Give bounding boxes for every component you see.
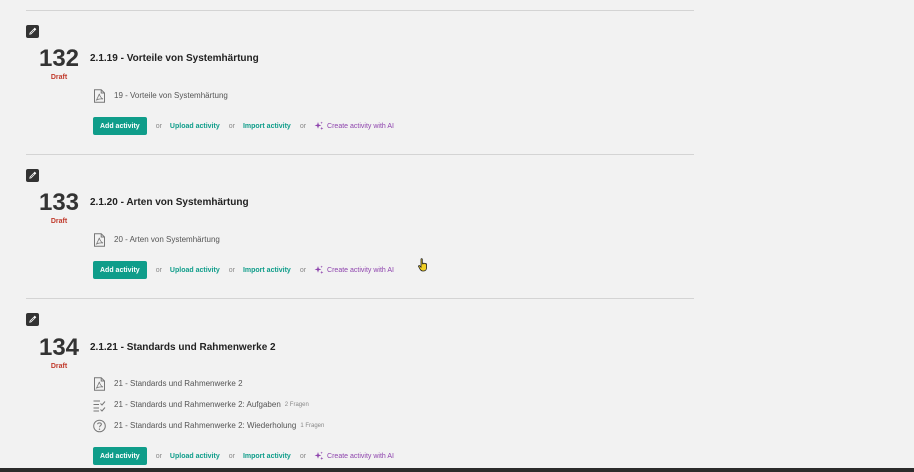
or-separator: or <box>155 452 162 460</box>
import-activity-link[interactable]: Import activity <box>243 267 291 274</box>
status-badge: Draft <box>50 363 68 370</box>
activity-label: 19 - Vorteile von Systemhärtung <box>114 91 228 100</box>
hand-cursor-icon <box>418 258 427 272</box>
add-activity-button[interactable]: Add activity <box>93 117 147 135</box>
section-number: 134 <box>38 334 80 361</box>
section-title[interactable]: 2.1.21 - Standards und Rahmenwerke 2 <box>90 342 276 354</box>
section-title[interactable]: 2.1.20 - Arten von Systemhärtung <box>90 197 249 209</box>
activity-item[interactable]: 21 - Standards und Rahmenwerke 2 <box>93 376 243 391</box>
or-separator: or <box>299 266 307 274</box>
section-number: 132 <box>38 45 80 72</box>
import-activity-link[interactable]: Import activity <box>243 123 291 130</box>
bottom-edge-bar <box>0 468 914 472</box>
or-separator: or <box>299 452 307 460</box>
edit-icon[interactable] <box>26 169 39 182</box>
course-page: 132 Draft 2.1.19 - Vorteile von Systemhä… <box>0 0 914 472</box>
or-separator: or <box>228 266 235 274</box>
upload-activity-link[interactable]: Upload activity <box>170 123 220 130</box>
create-activity-ai-link[interactable]: Create activity with AI <box>314 121 394 131</box>
or-separator: or <box>299 122 307 130</box>
or-separator: or <box>155 122 162 130</box>
activity-item[interactable]: 19 - Vorteile von Systemhärtung <box>93 88 228 103</box>
activity-actions: Add activity or Upload activity or Impor… <box>93 447 394 465</box>
upload-activity-link[interactable]: Upload activity <box>170 267 220 274</box>
status-badge: Draft <box>50 218 68 225</box>
activity-label: 21 - Standards und Rahmenwerke 2: Aufgab… <box>114 400 281 409</box>
sparkle-icon <box>314 265 324 274</box>
status-badge: Draft <box>50 74 68 81</box>
activity-actions: Add activity or Upload activity or Impor… <box>93 117 394 135</box>
divider <box>26 298 694 299</box>
or-separator: or <box>228 122 235 130</box>
upload-activity-link[interactable]: Upload activity <box>170 453 220 460</box>
divider <box>26 154 694 155</box>
or-separator: or <box>228 452 235 460</box>
ai-link-label: Create activity with AI <box>327 266 394 274</box>
pdf-icon <box>93 232 106 247</box>
activity-item[interactable]: 21 - Standards und Rahmenwerke 2: Wieder… <box>93 418 324 433</box>
question-circle-icon <box>93 419 106 433</box>
ai-link-label: Create activity with AI <box>327 452 394 460</box>
add-activity-button[interactable]: Add activity <box>93 447 147 465</box>
create-activity-ai-link[interactable]: Create activity with AI <box>314 265 394 275</box>
question-count: 2 Fragen <box>284 401 309 408</box>
activity-label: 21 - Standards und Rahmenwerke 2 <box>114 379 243 388</box>
pdf-icon <box>93 376 106 391</box>
task-list-icon <box>93 398 106 412</box>
section-title[interactable]: 2.1.19 - Vorteile von Systemhärtung <box>90 53 259 65</box>
section-number: 133 <box>38 189 80 216</box>
pdf-icon <box>93 88 106 103</box>
ai-link-label: Create activity with AI <box>327 122 394 130</box>
create-activity-ai-link[interactable]: Create activity with AI <box>314 451 394 461</box>
sparkle-icon <box>314 451 324 460</box>
activity-item[interactable]: 20 - Arten von Systemhärtung <box>93 232 220 247</box>
sparkle-icon <box>314 121 324 130</box>
divider <box>26 10 694 11</box>
or-separator: or <box>155 266 162 274</box>
import-activity-link[interactable]: Import activity <box>243 453 291 460</box>
activity-label: 20 - Arten von Systemhärtung <box>114 235 220 244</box>
edit-icon[interactable] <box>26 313 39 326</box>
activity-item[interactable]: 21 - Standards und Rahmenwerke 2: Aufgab… <box>93 397 309 412</box>
add-activity-button[interactable]: Add activity <box>93 261 147 279</box>
activity-actions: Add activity or Upload activity or Impor… <box>93 261 394 279</box>
question-count: 1 Fragen <box>300 422 325 429</box>
activity-label: 21 - Standards und Rahmenwerke 2: Wieder… <box>114 421 297 430</box>
edit-icon[interactable] <box>26 25 39 38</box>
